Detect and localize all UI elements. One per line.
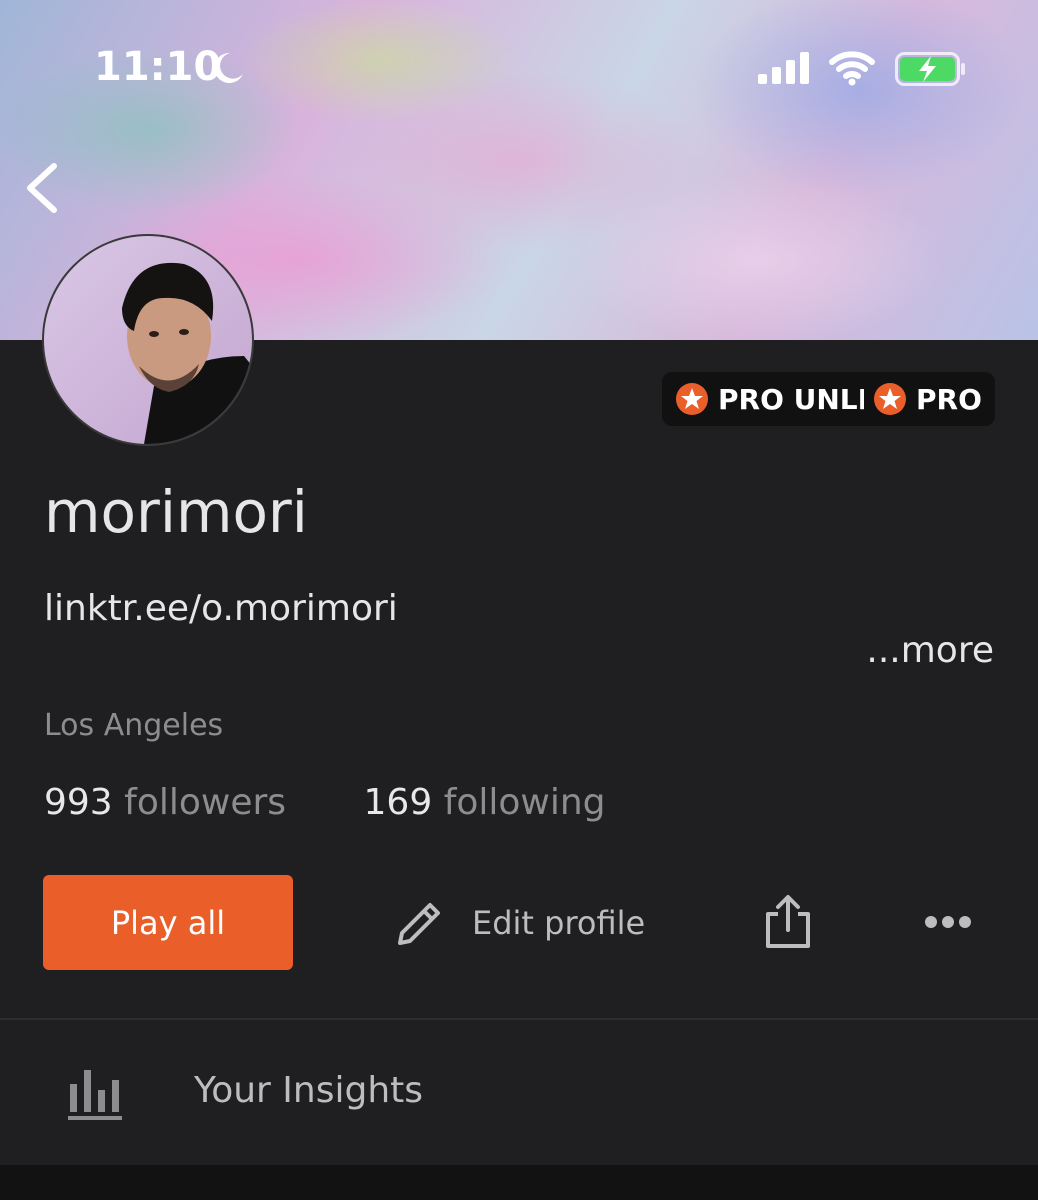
more-link[interactable]: ...more bbox=[866, 630, 994, 671]
pencil-icon bbox=[398, 903, 440, 945]
bar-chart-icon bbox=[68, 1066, 124, 1126]
avatar[interactable] bbox=[42, 234, 254, 446]
play-all-button[interactable]: Play all bbox=[43, 875, 293, 970]
pro-star-icon bbox=[874, 383, 906, 415]
share-icon[interactable] bbox=[764, 894, 812, 954]
your-insights-label: Your Insights bbox=[194, 1070, 424, 1111]
status-time: 11:10 bbox=[94, 44, 222, 90]
badge-label-pro: PRO bbox=[916, 382, 982, 416]
edit-profile-button[interactable]: Edit profile bbox=[392, 895, 645, 951]
moon-icon bbox=[210, 50, 246, 90]
avatar-photo bbox=[44, 236, 252, 444]
edit-profile-label: Edit profile bbox=[472, 904, 646, 942]
following-label: following bbox=[443, 782, 606, 823]
your-insights-row[interactable]: Your Insights bbox=[0, 1020, 1038, 1165]
followers-label: followers bbox=[124, 782, 287, 823]
wifi-icon bbox=[828, 48, 876, 90]
profile-stats: 993 followers 169 following bbox=[44, 782, 606, 823]
pro-star-icon bbox=[676, 383, 708, 415]
pro-unlimited-badge: PRO UNLIMITED PRO bbox=[662, 372, 995, 426]
profile-username: morimori bbox=[44, 478, 308, 546]
following-count: 169 bbox=[363, 782, 433, 823]
followers-stat[interactable]: 993 followers bbox=[44, 782, 286, 823]
bottom-section bbox=[0, 1165, 1038, 1200]
battery-charging-icon bbox=[895, 52, 967, 90]
back-chevron-icon[interactable] bbox=[22, 160, 62, 220]
more-options-icon[interactable] bbox=[924, 912, 972, 936]
followers-count: 993 bbox=[44, 782, 113, 823]
following-stat[interactable]: 169 following bbox=[364, 782, 606, 823]
profile-location: Los Angeles bbox=[44, 708, 224, 743]
badge-label-pro-unlimited: PRO UNLIMITED bbox=[718, 382, 864, 416]
bio-link[interactable]: linktr.ee/o.morimori bbox=[44, 588, 398, 629]
cellular-signal-icon bbox=[758, 52, 812, 88]
